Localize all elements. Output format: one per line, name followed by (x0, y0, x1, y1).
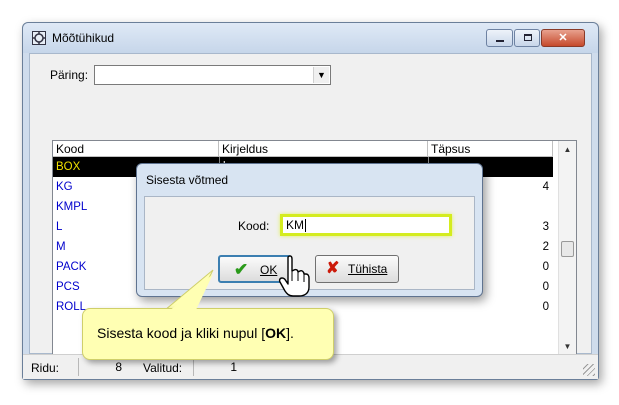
hand-cursor-icon (278, 255, 310, 297)
app-icon (32, 31, 46, 45)
minimize-button[interactable] (486, 29, 513, 47)
window-title: Mõõtühikud (52, 31, 115, 45)
ok-button-label: OK (260, 263, 278, 277)
callout-pointer-cover (168, 274, 213, 312)
cell-precision: 0 (542, 301, 549, 313)
checkmark-icon: ✔ (234, 260, 249, 279)
resize-grip-icon[interactable] (583, 364, 595, 376)
code-input[interactable]: KM (280, 214, 452, 236)
close-button[interactable]: ✕ (541, 29, 585, 47)
chevron-down-icon[interactable]: ▼ (313, 67, 329, 83)
close-icon: ✕ (558, 32, 568, 44)
red-x-icon: ✘ (326, 260, 340, 277)
scroll-down-icon[interactable]: ▼ (559, 338, 576, 355)
cancel-button-label: Tühista (348, 262, 388, 276)
column-header-code[interactable]: Kood (53, 141, 219, 157)
column-header-description[interactable]: Kirjeldus (219, 141, 428, 157)
callout-text-before: Sisesta kood ja kliki nupul [ (97, 325, 266, 341)
callout-text-bold: OK (265, 325, 287, 341)
callout-text-after: ]. (286, 325, 294, 341)
text-caret (305, 219, 306, 233)
query-label: Päring: (50, 68, 89, 82)
instruction-callout: Sisesta kood ja kliki nupul [OK]. (82, 308, 334, 360)
code-input-value: KM (286, 218, 304, 232)
rows-count-label: Ridu: (31, 361, 60, 375)
vertical-scrollbar[interactable]: ▲ ▼ (558, 141, 576, 355)
query-dropdown[interactable]: ▼ (94, 65, 331, 85)
rows-count-value: 8 (78, 358, 124, 376)
maximize-button[interactable] (514, 29, 540, 47)
dialog-title: Sisesta võtmed (146, 173, 229, 187)
code-field-label: Kood: (238, 219, 270, 233)
minimize-icon (496, 40, 504, 42)
selected-count-value: 1 (193, 358, 239, 376)
scroll-thumb[interactable] (561, 241, 574, 257)
column-header-precision[interactable]: Täpsus (428, 141, 553, 157)
selected-count-label: Valitud: (143, 361, 183, 375)
cancel-button[interactable]: ✘ Tühista (315, 255, 399, 283)
scroll-up-icon[interactable]: ▲ (559, 141, 576, 158)
title-bar[interactable]: Mõõtühikud ✕ (23, 23, 598, 53)
callout-text: Sisesta kood ja kliki nupul [OK]. (97, 325, 294, 341)
maximize-icon (524, 34, 532, 41)
